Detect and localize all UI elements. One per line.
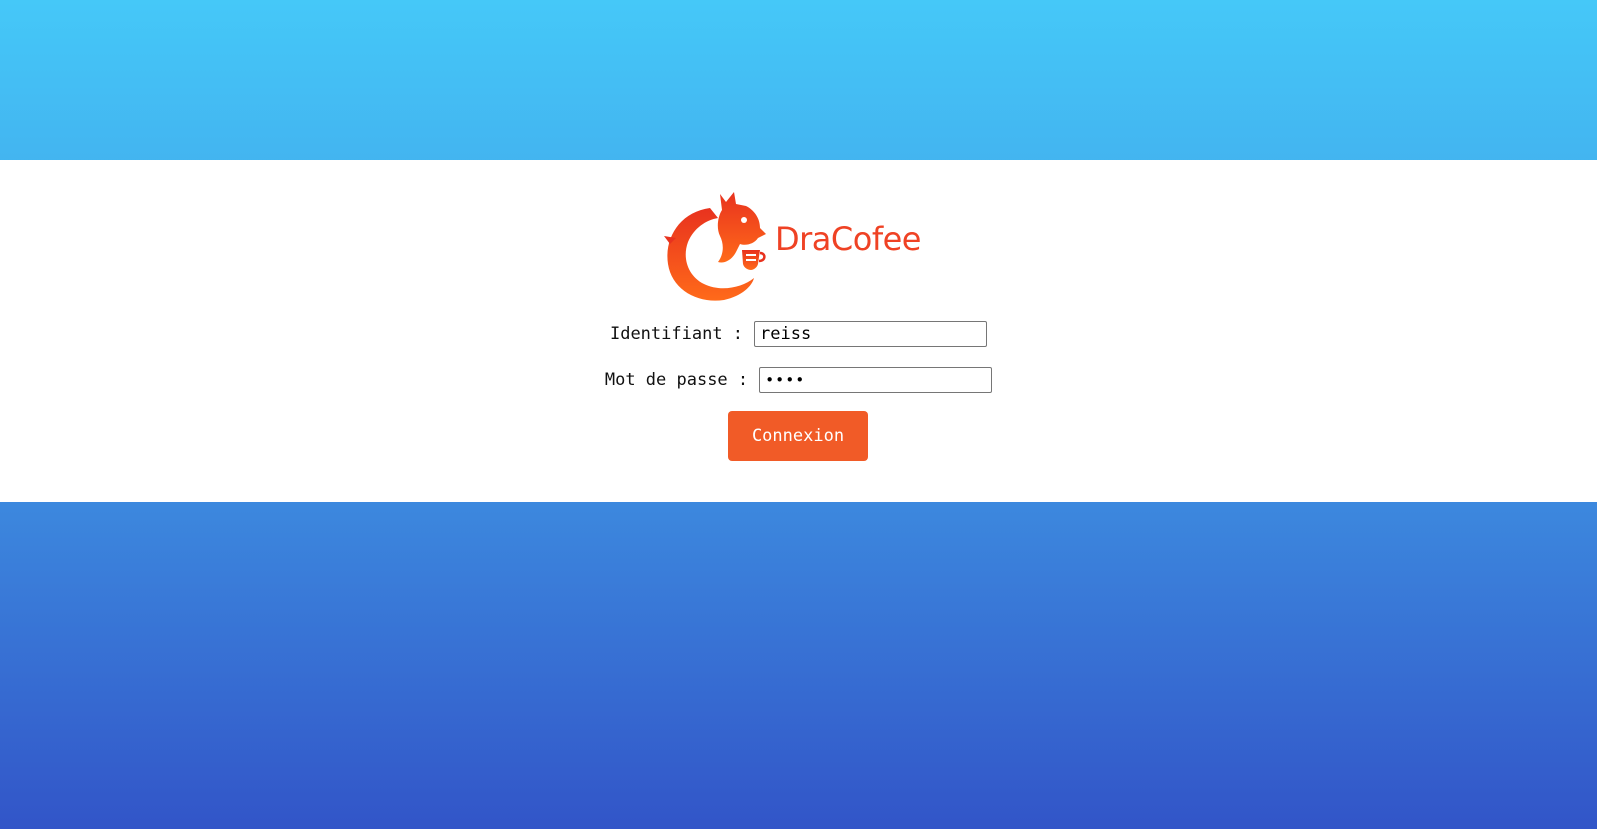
- username-input[interactable]: [754, 321, 988, 347]
- username-label: Identifiant :: [609, 324, 744, 344]
- connexion-button[interactable]: Connexion: [728, 411, 868, 461]
- brand-logo: DraCofee: [662, 188, 942, 306]
- brand-name: DraCofee: [775, 220, 921, 258]
- password-input[interactable]: [759, 367, 993, 393]
- username-row: Identifiant :: [0, 319, 1597, 349]
- password-row: Mot de passe :: [0, 365, 1597, 395]
- login-panel: DraCofee Identifiant : Mot de passe : Co…: [0, 160, 1597, 502]
- dragon-coffee-logo-icon: [664, 192, 766, 301]
- password-label: Mot de passe :: [604, 370, 749, 390]
